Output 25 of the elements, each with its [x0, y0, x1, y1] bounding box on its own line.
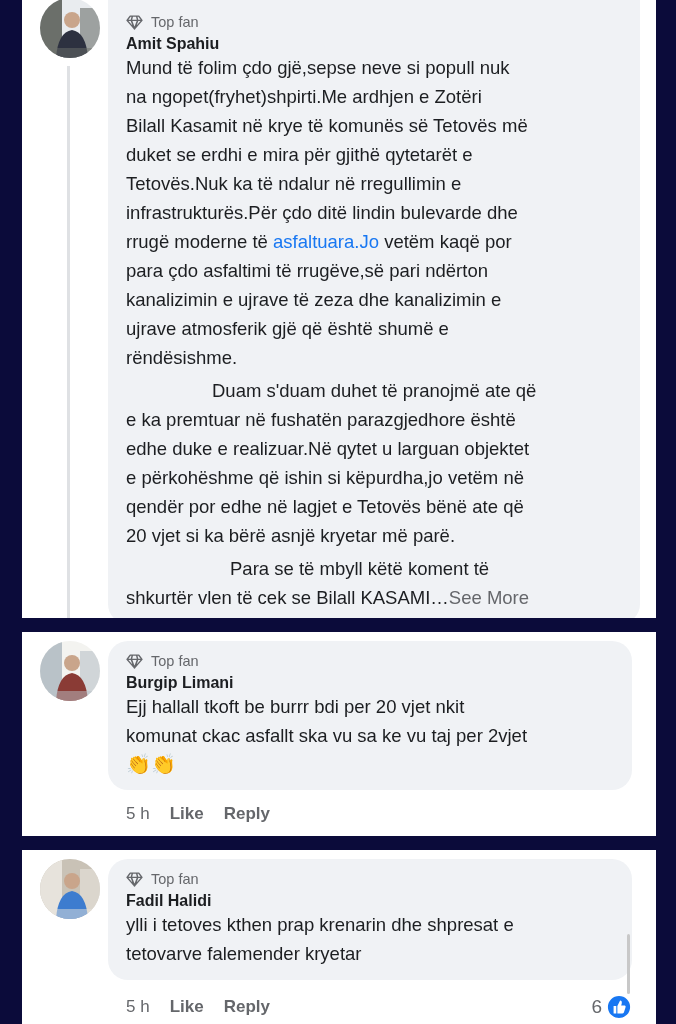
comment-text: Duam s'duam duhet të pranojmë ate që e ka premtuar në fushatën parazgjedhore është edhe duke e realizuar.Në qytet u larguan objektet e përkohëshme që ishin si këpurdha,jo vetëm në qendër por edhe në lagjet e Tetovës bënë ate që 20 vjet si ka bërë asnjë kryetar më parë.: [126, 379, 538, 548]
action-link[interactable]: Reply: [223, 997, 270, 1017]
link[interactable]: asfaltuara.Jo: [273, 231, 379, 252]
author-name[interactable]: Burgip Limani: [126, 674, 618, 692]
diamond-icon: [126, 653, 143, 669]
comment-text: Mund të folim çdo gjë,sepse neve si popull nuk na ngopet(fryhet)shpirti.Me ardhjen e Zotëri Bilall Kasamit në krye të komunës së Tetovës më duket se erdhi e mira për gjithë qytetarët e Tetovës.Nuk ka të ndalur në rregullimin e infrastrukturës.Për çdo ditë lindin bulevarde dhe rrugë moderne të asfaltuara.Jo vetëm kaqë por para çdo asfaltimi të rrugëve,së pari ndërton kanalizimin e ujrave të zeza dhe kanalizimin e ujrave atmosferik gjë që është shumë e rëndësishme.: [126, 56, 529, 370]
thumbs-up-icon: [606, 994, 632, 1020]
action-link[interactable]: Like: [169, 804, 204, 824]
author-name[interactable]: Fadil Halidi: [126, 892, 618, 910]
timestamp: 5 h: [126, 997, 150, 1017]
action-link[interactable]: Like: [169, 997, 204, 1017]
comment-text: Para se të mbyll këtë koment të shkurtër vlen të cek se Bilall KASAMI…See More: [126, 557, 531, 610]
reaction-count: 6: [591, 996, 602, 1018]
see-more-link[interactable]: See More: [448, 587, 530, 608]
comment-text: Ejj hallall tkoft be burrr bdi per 20 vjet nkit komunat ckac asfallt ska vu sa ke vu taj per 2vjet: [126, 695, 529, 748]
action-link[interactable]: Reply: [223, 804, 270, 824]
emoji: 👏👏: [126, 751, 177, 778]
top-fan-label: Top fan: [151, 653, 199, 669]
timestamp: 5 h: [126, 804, 150, 824]
author-name[interactable]: Amit Spahiu: [126, 35, 626, 53]
top-fan-label: Top fan: [151, 871, 199, 887]
diamond-icon: [126, 871, 143, 887]
comment-text: ylli i tetoves kthen prap krenarin dhe shpresat e tetovarve falemender kryetar: [126, 913, 515, 966]
top-fan-label: Top fan: [151, 14, 199, 30]
diamond-icon: [126, 14, 143, 30]
